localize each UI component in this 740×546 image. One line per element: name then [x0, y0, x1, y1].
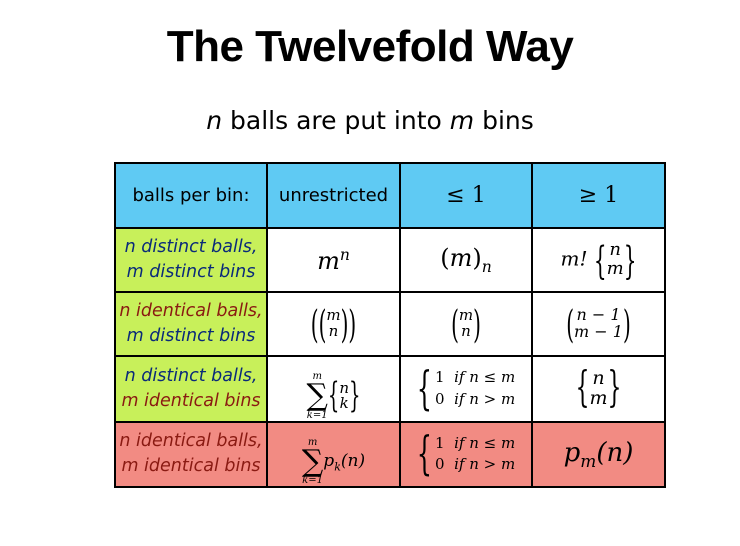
header-row: balls per bin: unrestricted ≤ 1 ≥ 1 [114, 162, 666, 229]
header-label: balls per bin: [114, 162, 268, 229]
subtitle-middle: balls are put into [230, 106, 442, 135]
formula-stirling: {n m} [531, 355, 666, 423]
row-label-line2: m distinct bins [126, 262, 256, 282]
formula-binomial-shifted: (n − 1m − 1) [531, 291, 666, 357]
row-label: n distinct balls, m identical bins [114, 355, 268, 423]
table-row: n identical balls, m distinct bins ((m n)… [114, 291, 666, 357]
row-label-line1: n distinct balls, [124, 237, 258, 257]
row-label: n identical balls, m identical bins [114, 420, 268, 488]
header-at-least-one: ≥ 1 [531, 162, 666, 229]
row-label: n distinct balls, m distinct bins [114, 227, 268, 293]
formula-multichoose: ((m n)) [266, 291, 401, 357]
page-title: The Twelvefold Way [166, 22, 574, 71]
formula-stirling-sum: m ∑ k=1 {n k} [266, 355, 401, 423]
formula-power: mn [266, 227, 401, 293]
subtitle-end: bins [482, 106, 534, 135]
formula-falling-factorial: (m)n [399, 227, 533, 293]
row-label-line2: m identical bins [121, 390, 261, 411]
formula-partition: pm(n) [531, 420, 666, 488]
table-row: n identical balls, m identical bins m ∑ … [114, 420, 666, 488]
subtitle-var-n: n [206, 106, 223, 135]
formula-binomial: (m n) [399, 291, 533, 357]
row-label-line2: m distinct bins [126, 326, 256, 346]
row-label-line1: n identical balls, [119, 301, 263, 321]
formula-partition-sum: m ∑ k=1 pk(n) [266, 420, 401, 488]
sum-symbol: m ∑ k=1 [306, 371, 328, 421]
sum-symbol: m ∑ k=1 [301, 436, 324, 486]
twelvefold-table: balls per bin: unrestricted ≤ 1 ≥ 1 n di… [114, 162, 666, 488]
table-row: n distinct balls, m identical bins m ∑ k… [114, 355, 666, 423]
table-row: n distinct balls, m distinct bins mn (m)… [114, 227, 666, 293]
subtitle: n balls are put into m bins [0, 106, 740, 135]
subtitle-var-m: m [449, 106, 475, 135]
header-at-most-one: ≤ 1 [399, 162, 533, 229]
formula-cases: { 1 if n ≤ m 0 if n > m [399, 420, 533, 488]
row-label-line1: n distinct balls, [124, 365, 258, 386]
header-unrestricted: unrestricted [266, 162, 401, 229]
row-label: n identical balls, m distinct bins [114, 291, 268, 357]
formula-surjections: m! {n m} [531, 227, 666, 293]
row-label-line2: m identical bins [121, 456, 261, 477]
formula-cases: { 1 if n ≤ m 0 if n > m [399, 355, 533, 423]
row-label-line1: n identical balls, [119, 431, 263, 452]
